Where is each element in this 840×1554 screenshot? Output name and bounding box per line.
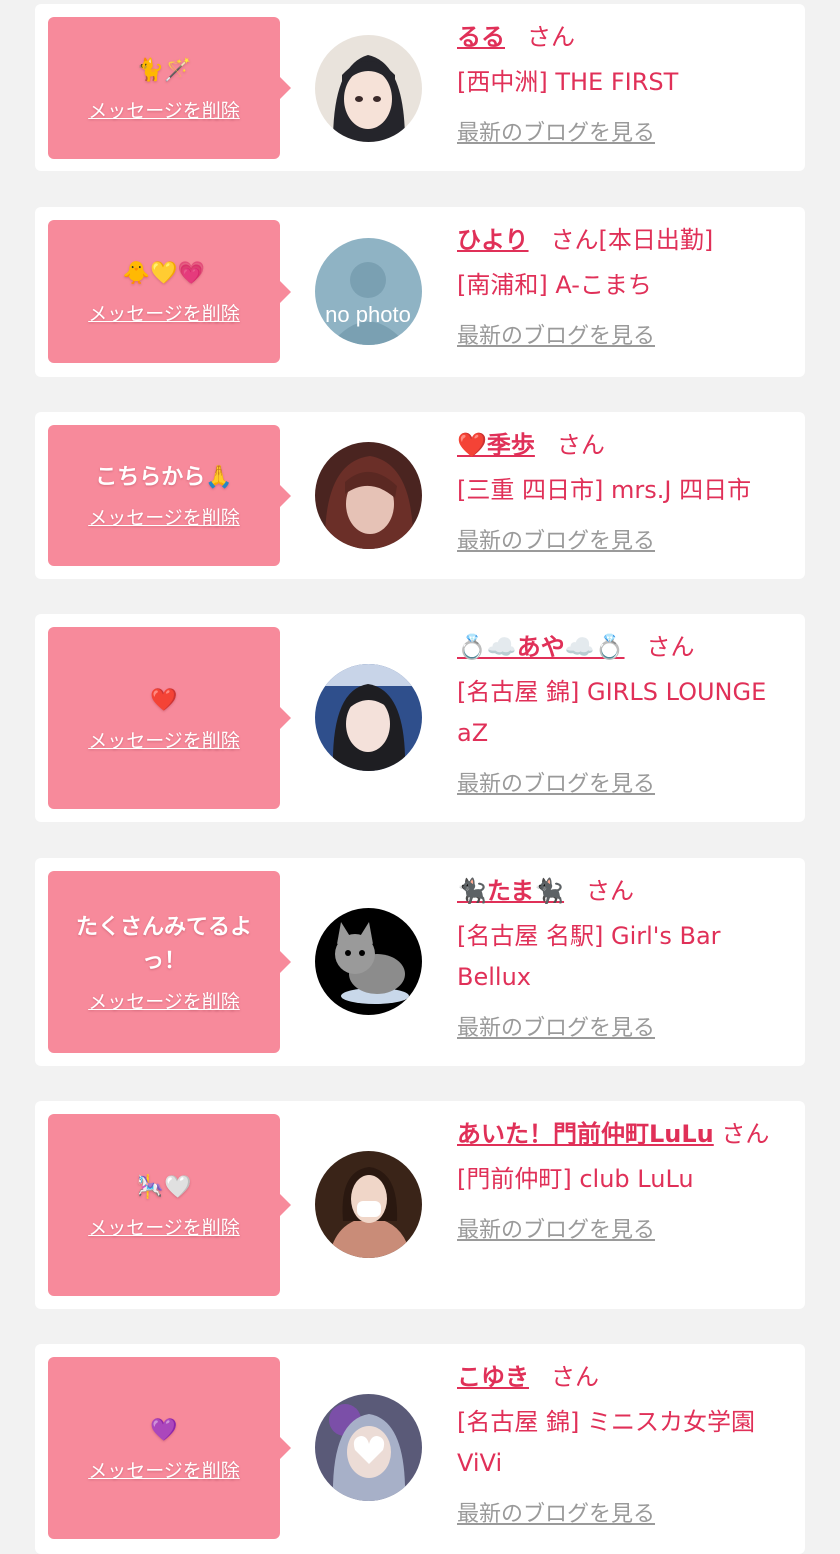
avatar[interactable] bbox=[315, 442, 422, 549]
cast-info: るる さん [西中洲] THE FIRST 最新のブログを見る bbox=[457, 16, 797, 155]
message-card: 💜 メッセージを削除 こゆき さん [名古屋 錦] ミニスカ女学園ViVi 最新の… bbox=[35, 1344, 805, 1554]
avatar[interactable] bbox=[315, 664, 422, 771]
message-bubble: たくさんみてるよっ！ メッセージを削除 bbox=[48, 871, 291, 1053]
message-card: 🐥💛💗 メッセージを削除 no photo ひより さん[本日出勤] [南浦和] … bbox=[35, 207, 805, 377]
no-photo-text: no photo bbox=[325, 302, 411, 327]
latest-blog-link[interactable]: 最新のブログを見る bbox=[457, 521, 655, 563]
honorific: さん bbox=[527, 23, 575, 51]
avatar[interactable] bbox=[315, 1151, 422, 1258]
message-bubble: ❤️ メッセージを削除 bbox=[48, 627, 291, 809]
delete-message-link[interactable]: メッセージを削除 bbox=[88, 1213, 240, 1240]
latest-blog-link[interactable]: 最新のブログを見る bbox=[457, 1210, 655, 1252]
message-card: たくさんみてるよっ！ メッセージを削除 🐈‍⬛たま🐈‍⬛ さん [名古屋 名駅] … bbox=[35, 858, 805, 1066]
message-text: 🐈🪄 bbox=[136, 57, 192, 83]
message-card: こちらから🙏 メッセージを削除 ❤️季歩 さん [三重 四日市] mrs.J 四日… bbox=[35, 412, 805, 579]
shop-label: [門前仲町] club LuLu bbox=[457, 1165, 694, 1193]
latest-blog-link[interactable]: 最新のブログを見る bbox=[457, 316, 655, 358]
cast-info: こゆき さん [名古屋 錦] ミニスカ女学園ViVi 最新のブログを見る bbox=[457, 1356, 797, 1536]
shop-label: [名古屋 錦] GIRLS LOUNGE aZ bbox=[457, 678, 767, 747]
cast-info: あいた！門前仲町LuLu さん [門前仲町] club LuLu 最新のブログを… bbox=[457, 1113, 797, 1252]
shop-label: [三重 四日市] mrs.J 四日市 bbox=[457, 476, 752, 504]
cast-name-link[interactable]: ❤️季歩 bbox=[457, 431, 535, 459]
cast-name-link[interactable]: るる bbox=[457, 23, 505, 51]
latest-blog-link[interactable]: 最新のブログを見る bbox=[457, 1494, 655, 1536]
avatar[interactable]: no photo bbox=[315, 238, 422, 345]
avatar[interactable] bbox=[315, 1394, 422, 1501]
cast-name-link[interactable]: ひより bbox=[457, 226, 529, 254]
shop-label: [名古屋 錦] ミニスカ女学園ViVi bbox=[457, 1408, 755, 1477]
message-card: ❤️ メッセージを削除 💍☁️あや☁️💍 さん [名古屋 錦] GIRLS LOU… bbox=[35, 614, 805, 822]
honorific: さん bbox=[721, 1120, 770, 1148]
message-bubble: 💜 メッセージを削除 bbox=[48, 1357, 291, 1539]
message-bubble: 🎠🤍 メッセージを削除 bbox=[48, 1114, 291, 1296]
message-text: 🎠🤍 bbox=[136, 1174, 192, 1200]
cast-info: 💍☁️あや☁️💍 さん [名古屋 錦] GIRLS LOUNGE aZ 最新のブロ… bbox=[457, 626, 797, 806]
delete-message-link[interactable]: メッセージを削除 bbox=[88, 299, 240, 326]
latest-blog-link[interactable]: 最新のブログを見る bbox=[457, 764, 655, 806]
delete-message-link[interactable]: メッセージを削除 bbox=[88, 726, 240, 753]
honorific: さん bbox=[586, 877, 635, 905]
honorific: さん bbox=[551, 1363, 599, 1391]
cast-info: ❤️季歩 さん [三重 四日市] mrs.J 四日市 最新のブログを見る bbox=[457, 424, 802, 563]
shop-label: [西中洲] THE FIRST bbox=[457, 68, 679, 96]
message-text: こちらから🙏 bbox=[95, 465, 233, 490]
cast-name-link[interactable]: こゆき bbox=[457, 1363, 529, 1391]
delete-message-link[interactable]: メッセージを削除 bbox=[88, 1456, 240, 1483]
message-bubble: こちらから🙏 メッセージを削除 bbox=[48, 425, 291, 566]
delete-message-link[interactable]: メッセージを削除 bbox=[88, 987, 240, 1014]
honorific: さん bbox=[646, 633, 695, 661]
cast-info: 🐈‍⬛たま🐈‍⬛ さん [名古屋 名駅] Girl's Bar Bellux 最新… bbox=[457, 870, 797, 1050]
cast-name-link[interactable]: あいた！門前仲町LuLu bbox=[457, 1120, 714, 1148]
message-text: 🐥💛💗 bbox=[122, 261, 206, 286]
honorific: さん bbox=[550, 226, 599, 254]
cast-name-link[interactable]: 🐈‍⬛たま🐈‍⬛ bbox=[457, 877, 564, 905]
status-tag: [本日出勤] bbox=[598, 226, 714, 254]
message-bubble: 🐈🪄 メッセージを削除 bbox=[48, 17, 291, 159]
avatar[interactable] bbox=[315, 908, 422, 1015]
shop-label: [名古屋 名駅] Girl's Bar Bellux bbox=[457, 922, 721, 991]
avatar[interactable] bbox=[315, 35, 422, 142]
message-card: 🎠🤍 メッセージを削除 あいた！門前仲町LuLu さん [門前仲町] club … bbox=[35, 1101, 805, 1309]
message-text: ❤️ bbox=[150, 687, 178, 713]
delete-message-link[interactable]: メッセージを削除 bbox=[88, 96, 240, 123]
cast-info: ひより さん[本日出勤] [南浦和] A-こまち 最新のブログを見る bbox=[457, 219, 797, 358]
message-bubble: 🐥💛💗 メッセージを削除 bbox=[48, 220, 291, 363]
honorific: さん bbox=[556, 431, 605, 459]
cast-name-link[interactable]: 💍☁️あや☁️💍 bbox=[457, 633, 625, 661]
message-text: 💜 bbox=[150, 1417, 178, 1443]
shop-label: [南浦和] A-こまち bbox=[457, 271, 652, 299]
message-text: たくさんみてるよっ！ bbox=[75, 914, 252, 974]
message-card: 🐈🪄 メッセージを削除 るる さん [西中洲] THE FIRST 最新のブログを… bbox=[35, 4, 805, 171]
latest-blog-link[interactable]: 最新のブログを見る bbox=[457, 1008, 655, 1050]
latest-blog-link[interactable]: 最新のブログを見る bbox=[457, 113, 655, 155]
delete-message-link[interactable]: メッセージを削除 bbox=[88, 503, 240, 530]
